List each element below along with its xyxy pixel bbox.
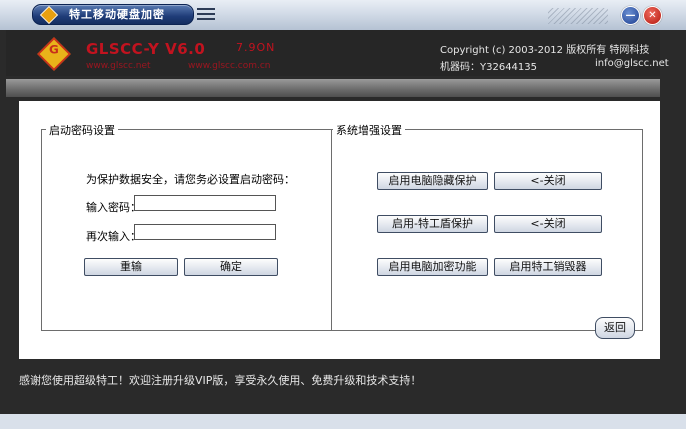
machine-code: 机器码：Y32644135 — [440, 62, 538, 73]
hide-protect-button[interactable]: 启用电脑隐藏保护 — [377, 172, 488, 190]
header-banner: G GLSCC-Y V6.0 7.9ON www.glscc.net www.g… — [6, 30, 669, 76]
title-bar: 特工移动硬盘加密 — ✕ — [0, 0, 686, 30]
main-panel: 启动密码设置 系统增强设置 为保护数据安全，请您务必设置启动密码： 输入密码： … — [19, 101, 660, 359]
shield-protect-off-button[interactable]: <-关闭 — [494, 215, 602, 233]
menu-icon[interactable] — [197, 8, 215, 22]
brand-site-1: www.glscc.net — [86, 61, 151, 71]
app-title-pill: 特工移动硬盘加密 — [32, 4, 194, 25]
back-button[interactable]: 返回 — [595, 317, 635, 339]
confirm-label: 再次输入： — [86, 230, 141, 243]
password-input[interactable] — [134, 195, 276, 211]
copyright-text: Copyright (c) 2003-2012 版权所有 特网科技 — [440, 45, 650, 56]
reset-button[interactable]: 重输 — [84, 258, 178, 276]
confirm-password-input[interactable] — [134, 224, 276, 240]
contact-email: info@glscc.net — [595, 58, 669, 69]
brand-name: GLSCC-Y V6.0 — [86, 40, 206, 58]
brand-site-2: www.glscc.com.cn — [188, 61, 271, 71]
password-label: 输入密码： — [86, 201, 141, 214]
brand-version-tag: 7.9ON — [236, 41, 276, 54]
title-grip — [548, 8, 608, 24]
status-message: 感谢您使用超级特工！欢迎注册升级VIP版，享受永久使用、免费升级和技术支持！ — [19, 374, 422, 387]
password-hint: 为保护数据安全，请您务必设置启动密码： — [86, 173, 295, 186]
shield-protect-button[interactable]: 启用-特工盾保护 — [377, 215, 488, 233]
minimize-icon[interactable]: — — [621, 6, 640, 25]
app-logo-icon — [39, 5, 59, 25]
close-icon[interactable]: ✕ — [643, 6, 662, 25]
hide-protect-off-button[interactable]: <-关闭 — [494, 172, 602, 190]
brand-logo-icon: G — [37, 37, 71, 71]
app-title: 特工移动硬盘加密 — [69, 8, 165, 21]
startup-password-legend: 启动密码设置 — [46, 122, 118, 138]
system-enhance-legend: 系统增强设置 — [333, 122, 405, 138]
window-bottom-frame — [0, 414, 686, 429]
separator-bar — [6, 79, 660, 97]
confirm-button[interactable]: 确定 — [184, 258, 278, 276]
encrypt-button[interactable]: 启用电脑加密功能 — [377, 258, 488, 276]
shredder-button[interactable]: 启用特工销毁器 — [494, 258, 602, 276]
